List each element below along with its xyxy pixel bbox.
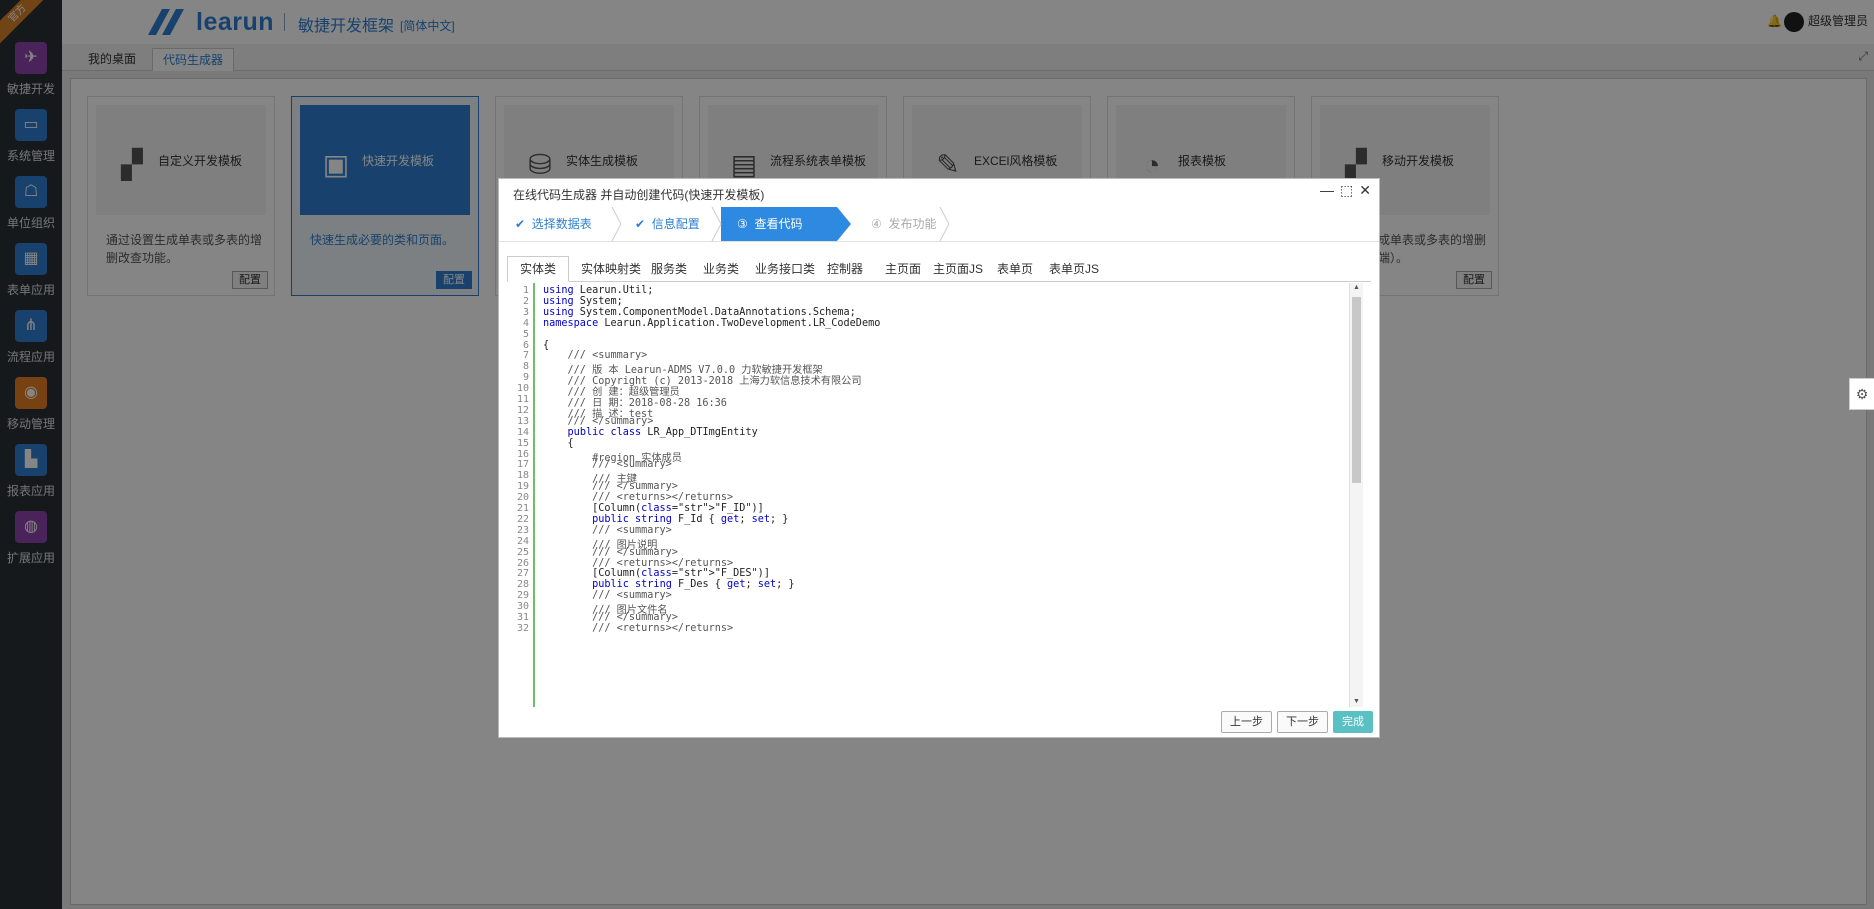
- line-number: 19: [516, 481, 529, 493]
- line-number: 24: [516, 535, 529, 547]
- step-publish[interactable]: ④ 发布功能: [855, 207, 971, 241]
- line-number: 17: [516, 459, 529, 471]
- check-icon: ✔: [635, 217, 646, 231]
- code-line: /// </summary>: [543, 612, 678, 623]
- scroll-down-icon[interactable]: ▼: [1351, 697, 1362, 707]
- line-number: 4: [522, 317, 529, 329]
- editor-scrollbar[interactable]: ▲ ▼: [1349, 283, 1363, 707]
- step-label: 查看代码: [754, 217, 803, 231]
- step-info-config[interactable]: ✔ 信息配置: [619, 207, 725, 241]
- step-divider: [711, 207, 722, 241]
- code-line: /// <returns></returns>: [543, 557, 734, 569]
- line-number: 27: [516, 568, 529, 580]
- line-number: 13: [516, 415, 529, 427]
- line-number: 6: [522, 339, 529, 351]
- code-line: /// <summary>: [543, 350, 648, 362]
- maximize-icon[interactable]: ⬚: [1340, 182, 1353, 199]
- line-number: 25: [516, 546, 529, 558]
- line-number: 16: [516, 448, 529, 460]
- code-line: /// </summary>: [543, 546, 678, 558]
- code-tab[interactable]: 实体类: [507, 256, 570, 282]
- line-number: 30: [516, 601, 529, 613]
- code-line: /// <summary>: [543, 524, 672, 536]
- scroll-thumb[interactable]: [1352, 297, 1361, 483]
- step-number-icon: ④: [871, 217, 882, 231]
- code-line: using Learun.Util;: [543, 285, 654, 296]
- code-line: /// </summary>: [543, 415, 654, 427]
- close-icon[interactable]: ✕: [1359, 182, 1371, 199]
- line-number: 14: [516, 426, 529, 438]
- code-line: using System;: [543, 295, 623, 307]
- line-number: 22: [516, 513, 529, 525]
- code-line: public string F_Id { get; set; }: [592, 513, 789, 525]
- next-step-button[interactable]: 下一步: [1277, 711, 1328, 733]
- code-line: /// <summary>: [543, 459, 672, 471]
- code-tab[interactable]: 控制器: [815, 257, 875, 281]
- scroll-up-icon[interactable]: ▲: [1351, 283, 1362, 293]
- step-divider: [939, 207, 950, 241]
- step-label: 选择数据表: [531, 217, 592, 231]
- code-tab[interactable]: 表单页JS: [1037, 257, 1111, 281]
- minimize-icon[interactable]: —: [1320, 182, 1334, 198]
- line-number: 2: [522, 295, 529, 307]
- code-tab[interactable]: 业务类: [691, 257, 751, 281]
- line-number: 26: [516, 557, 529, 569]
- code-tabs: 实体类 实体映射类 服务类 业务类 业务接口类 控制器 主页面 主页面JS 表单页 表单页JS: [507, 251, 1371, 282]
- prev-step-button[interactable]: 上一步: [1221, 711, 1272, 733]
- line-number: 15: [516, 437, 529, 449]
- line-number: 10: [516, 383, 529, 395]
- code-line: namespace Learun.Application.TwoDevelopm…: [543, 317, 881, 329]
- code-generator-dialog: 在线代码生成器 并自动创建代码(快速开发模板) — ⬚ ✕ ✔ 选择数据表 ✔ 信息…: [498, 178, 1380, 738]
- line-number: 28: [516, 579, 529, 591]
- step-arrow: [837, 207, 851, 241]
- line-number: 5: [522, 328, 529, 340]
- dialog-title: 在线代码生成器 并自动创建代码(快速开发模板): [513, 188, 765, 202]
- code-line: using System.ComponentModel.DataAnnotati…: [543, 306, 856, 318]
- code-line: {: [543, 437, 574, 449]
- step-label: 发布功能: [888, 217, 937, 231]
- code-editor[interactable]: 1 2 3 4 5 6 7 8 9 10 11 12 13 14 15 16 17 18 19 20 21 22 23 24 2…: [507, 283, 1363, 707]
- step-number-icon: ③: [737, 217, 748, 231]
- code-line: /// </summary>: [543, 481, 678, 493]
- code-tab[interactable]: 服务类: [639, 257, 699, 281]
- code-line: /// <returns></returns>: [543, 492, 734, 504]
- line-number: 12: [516, 404, 529, 416]
- code-line: [Column(class="str">"F_DES")]: [543, 568, 770, 580]
- line-number: 3: [522, 306, 529, 318]
- step-divider: [611, 207, 622, 241]
- code-line: /// <returns></returns>: [543, 622, 734, 634]
- line-number: 1: [522, 285, 529, 296]
- code-tab[interactable]: 表单页: [985, 257, 1045, 281]
- line-number: 7: [522, 350, 529, 362]
- code-line: {: [543, 339, 550, 351]
- step-label: 信息配置: [651, 217, 700, 231]
- wizard-steps: ✔ 选择数据表 ✔ 信息配置 ③ 查看代码 ④ 发布功能: [499, 207, 1379, 242]
- code-tab[interactable]: 主页面JS: [921, 257, 995, 281]
- code-content: using Learun.Util; using System; using Sys…: [543, 283, 1359, 707]
- check-icon: ✔: [515, 217, 526, 231]
- line-number: 21: [516, 503, 529, 514]
- settings-gear-icon[interactable]: ⚙: [1849, 378, 1874, 410]
- line-number: 20: [516, 492, 529, 504]
- line-number: 18: [516, 470, 529, 482]
- line-number: 9: [522, 372, 529, 384]
- line-number: 32: [516, 622, 529, 634]
- finish-button[interactable]: 完成: [1333, 711, 1373, 733]
- code-line: /// <summary>: [543, 590, 672, 602]
- dialog-controls: — ⬚ ✕: [1314, 182, 1371, 199]
- code-line: public class LR_App_DTImgEntity: [567, 426, 758, 438]
- line-number: 29: [516, 590, 529, 602]
- line-number: 8: [522, 361, 529, 373]
- code-line: public string F_Des { get; set; }: [592, 579, 795, 591]
- line-number-gutter: 1 2 3 4 5 6 7 8 9 10 11 12 13 14 15 16 17 18 19 20 21 22 23 24 2…: [507, 283, 535, 707]
- line-number: 31: [516, 612, 529, 623]
- code-line: [Column(class="str">"F_ID")]: [543, 503, 764, 514]
- line-number: 11: [516, 394, 529, 405]
- step-view-code[interactable]: ③ 查看代码: [721, 207, 837, 241]
- step-select-table[interactable]: ✔ 选择数据表: [499, 207, 615, 241]
- line-number: 23: [516, 524, 529, 536]
